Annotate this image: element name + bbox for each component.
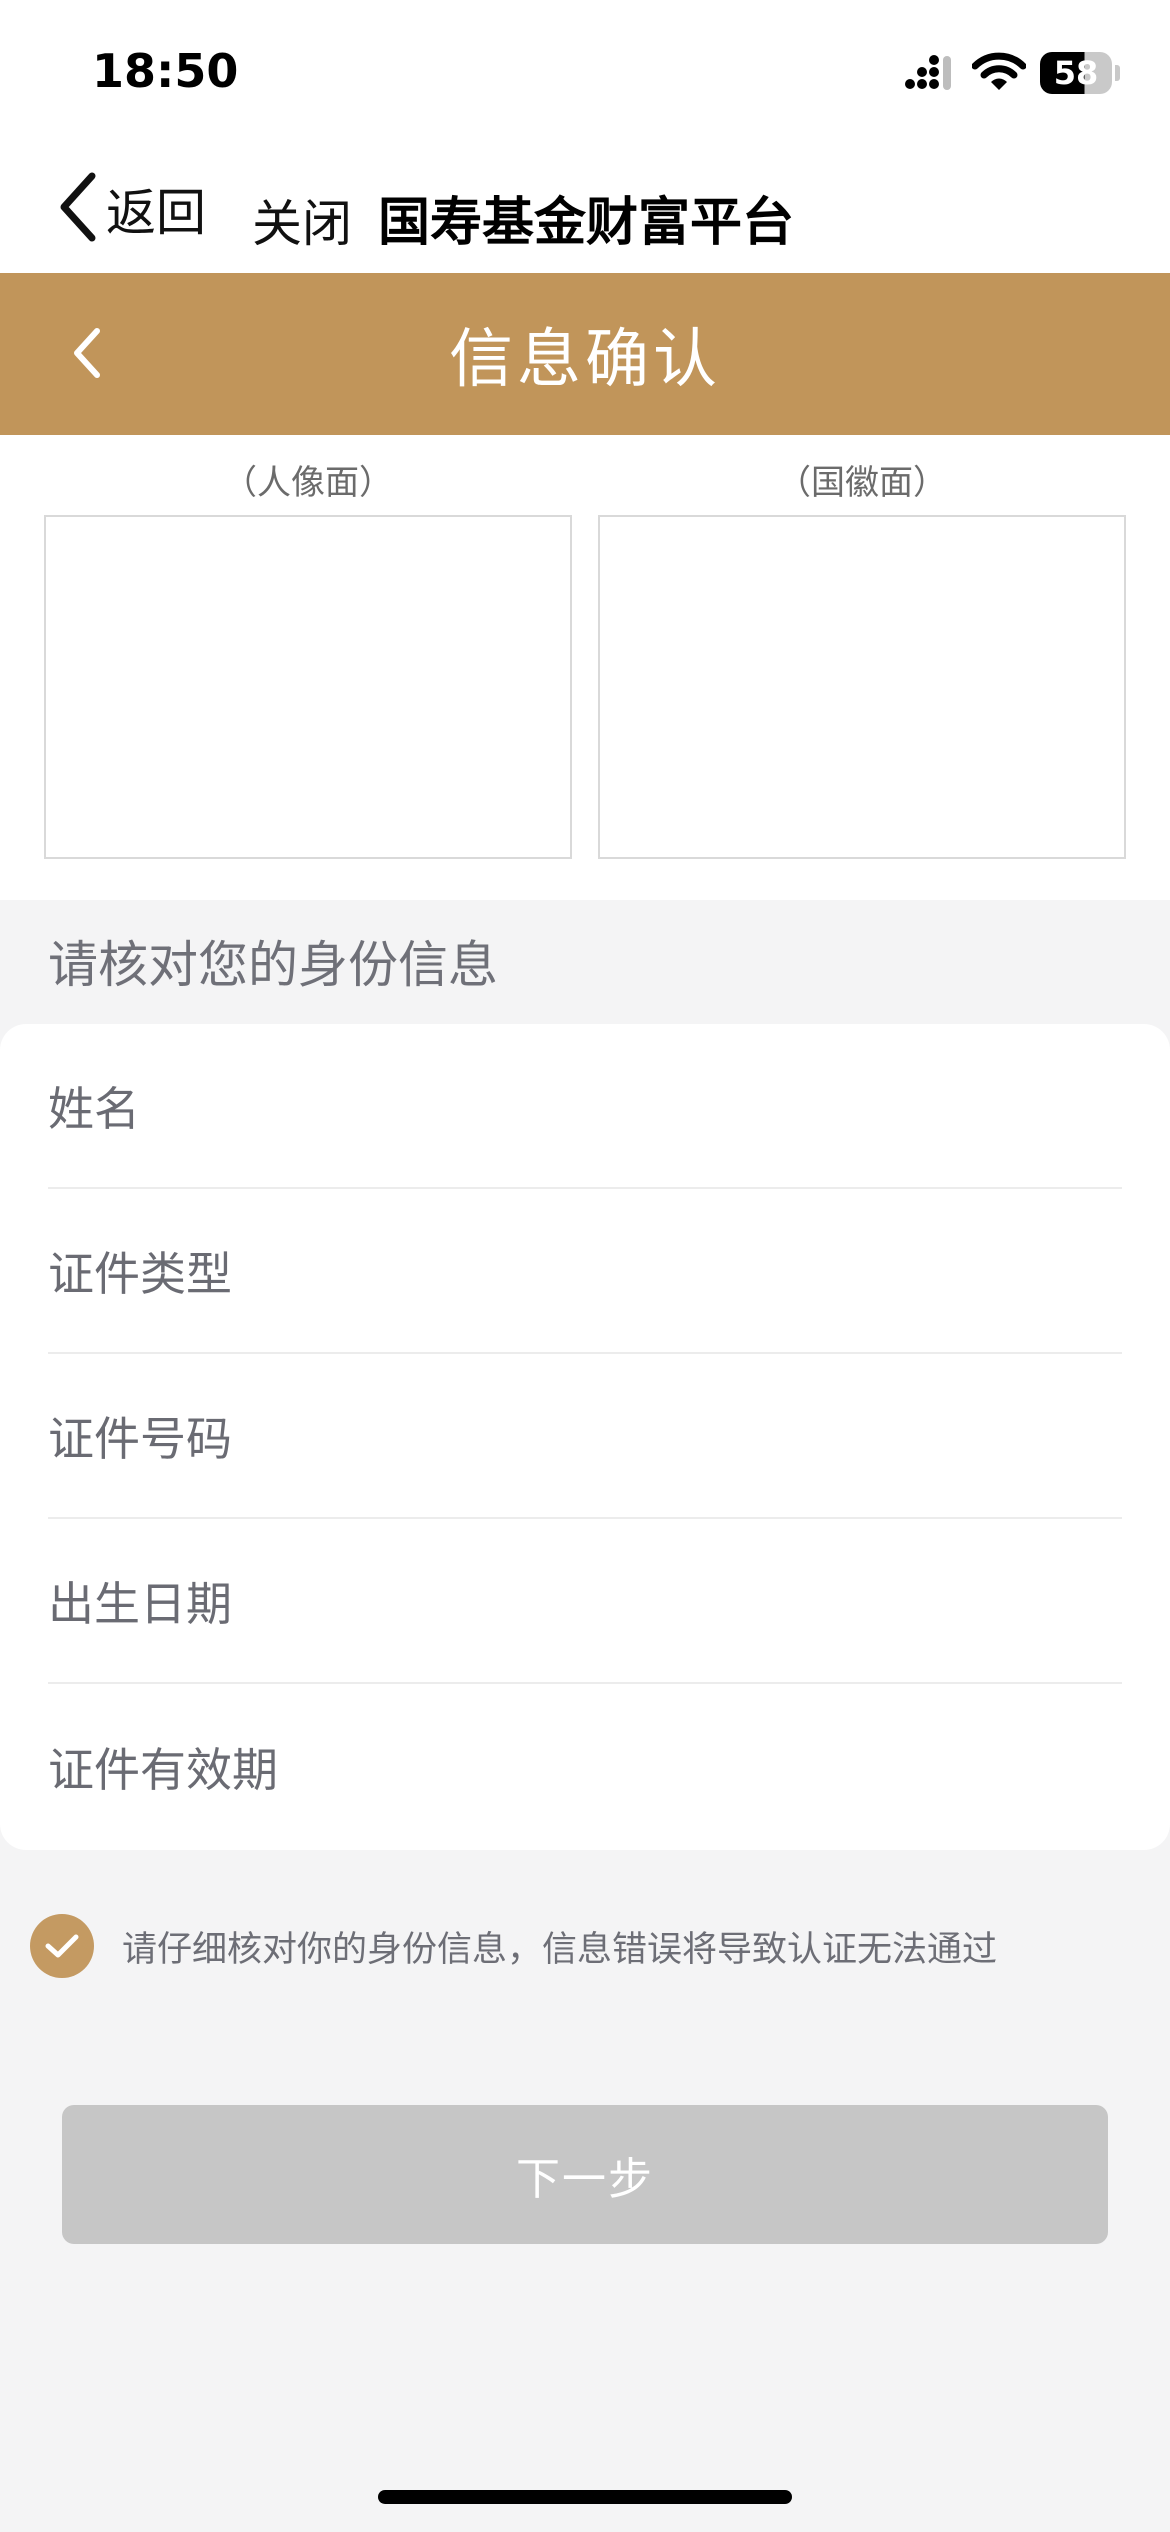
page-header: 信息确认 (0, 273, 1170, 435)
home-indicator (378, 2490, 792, 2504)
birth-date-field[interactable]: 出生日期 (48, 1519, 1122, 1684)
checkmark-icon[interactable] (30, 1914, 94, 1978)
page-title: 国寿基金财富平台 (378, 193, 795, 253)
header-title: 信息确认 (449, 323, 721, 397)
id-front-column: （人像面） (44, 435, 572, 859)
name-field[interactable]: 姓名 (48, 1024, 1122, 1189)
nav-bar: 返回 关闭 国寿基金财富平台 (0, 140, 1170, 273)
id-back-column: （国徽面） (598, 435, 1126, 859)
wifi-icon (971, 52, 1027, 96)
id-photos-section: （人像面） （国徽面） (0, 435, 1170, 900)
battery-icon: 58 (1040, 52, 1112, 94)
field-label: 证件号码 (48, 1411, 232, 1466)
id-number-field[interactable]: 证件号码 (48, 1354, 1122, 1519)
id-front-photo[interactable] (44, 515, 572, 859)
back-label: 返回 (106, 184, 206, 242)
id-back-caption: （国徽面） (777, 463, 947, 503)
section-title: 请核对您的身份信息 (48, 936, 498, 994)
status-time: 18:50 (92, 44, 239, 98)
back-button[interactable]: 返回 (56, 172, 206, 246)
field-label: 姓名 (48, 1081, 140, 1136)
close-button[interactable]: 关闭 (252, 184, 352, 256)
chevron-left-icon (72, 327, 102, 383)
id-type-field[interactable]: 证件类型 (48, 1189, 1122, 1354)
id-back-photo[interactable] (598, 515, 1126, 859)
status-bar: 18:50 58 (0, 0, 1170, 140)
signal-icon (904, 54, 956, 96)
battery-tip (1115, 65, 1120, 81)
field-label: 证件有效期 (48, 1742, 278, 1797)
next-button[interactable]: 下一步 (62, 2105, 1108, 2244)
field-label: 证件类型 (48, 1246, 232, 1301)
id-validity-field[interactable]: 证件有效期 (48, 1684, 1122, 1849)
chevron-left-icon (56, 172, 100, 246)
id-front-caption: （人像面） (223, 463, 393, 503)
header-back-button[interactable] (52, 315, 122, 395)
agreement-row: 请仔细核对你的身份信息，信息错误将导致认证无法通过 (30, 1914, 997, 1978)
identity-form: 姓名 证件类型 证件号码 出生日期 证件有效期 (0, 1024, 1170, 1850)
field-label: 出生日期 (48, 1576, 232, 1631)
agreement-text: 请仔细核对你的身份信息，信息错误将导致认证无法通过 (122, 1929, 998, 1970)
